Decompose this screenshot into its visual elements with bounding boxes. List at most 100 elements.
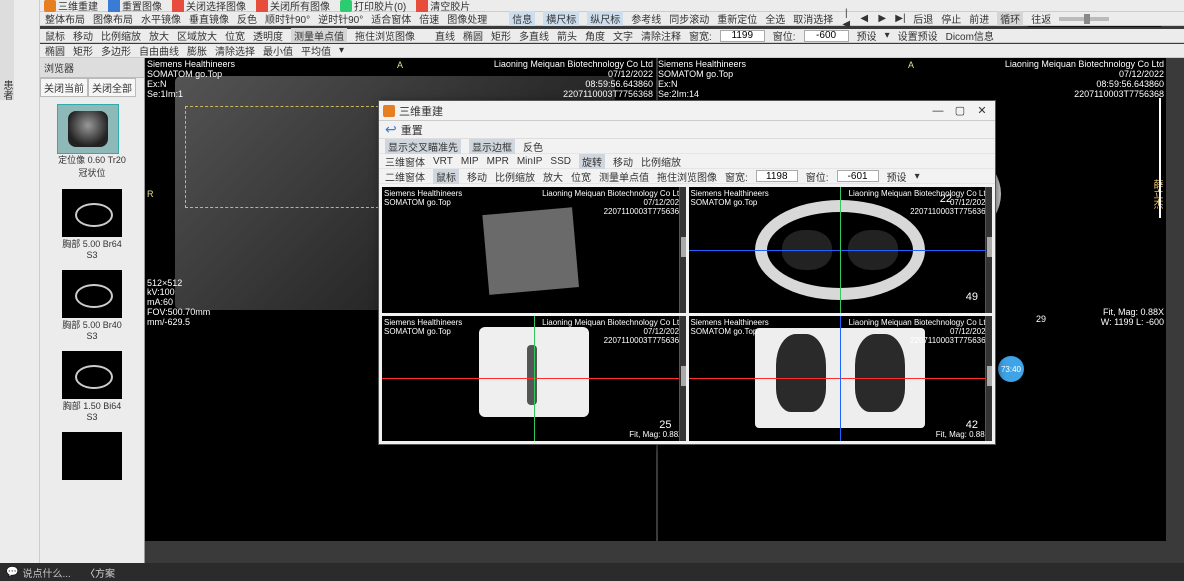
crosshair-h-red[interactable] [382, 378, 679, 379]
dlg-show-cross[interactable]: 显示交叉瞄准先 [385, 139, 461, 154]
dlg-preset[interactable]: 预设 [887, 169, 907, 184]
dlg-mag2d[interactable]: 放大 [543, 169, 563, 184]
m2-rect[interactable]: 矩形 [491, 28, 511, 43]
thumb-card-0[interactable]: 定位像 0.60 Tr20 冠状位 [58, 105, 126, 179]
m1-hscale-tab[interactable]: 横尺标 [543, 11, 579, 26]
dlg-measure2d[interactable]: 测量单点值 [599, 169, 649, 184]
nav-last-icon[interactable]: ▶| [895, 13, 905, 24]
m1-cw90[interactable]: 顺时针90° [265, 11, 310, 26]
m1-vscale-tab[interactable]: 纵尺标 [587, 11, 623, 26]
m2-alpha[interactable]: 透明度 [253, 28, 283, 43]
dlg-zoom2d[interactable]: 比例缩放 [495, 169, 535, 184]
scrollbar[interactable] [679, 187, 686, 313]
m1-speed[interactable]: 倍速 [419, 11, 439, 26]
dlg-ww-input[interactable] [756, 170, 798, 182]
m1-stop[interactable]: 停止 [941, 11, 961, 26]
m3-free[interactable]: 自由曲线 [139, 43, 179, 58]
scrollbar[interactable] [985, 187, 992, 313]
thumb-card-2[interactable]: 胸部 5.00 Br40 S3 [62, 270, 122, 341]
back-arrow-icon[interactable]: ↩ [385, 121, 397, 138]
dialog-min-button[interactable]: — [929, 105, 947, 117]
m3-min[interactable]: 最小值 [263, 43, 293, 58]
nav-prev-icon[interactable]: ◀ [859, 13, 869, 24]
m2-arrow[interactable]: 箭头 [557, 28, 577, 43]
m1-info-tab[interactable]: 信息 [509, 11, 535, 26]
dlgvp-3d[interactable]: Siemens HealthineersSOMATOM go.Top Liaon… [382, 187, 686, 313]
m1-unsel[interactable]: 取消选择 [793, 11, 833, 26]
chevron-left-icon[interactable]: 〈 [85, 565, 95, 580]
dlg-wl-input[interactable] [837, 170, 879, 182]
m1-hflip[interactable]: 水平镜像 [141, 11, 181, 26]
m2-text[interactable]: 文字 [613, 28, 633, 43]
m2-ellipse[interactable]: 椭圆 [463, 28, 483, 43]
side-tab-patient[interactable]: 患者 [0, 0, 14, 100]
scrollbar[interactable] [679, 316, 686, 442]
scrollbar[interactable] [985, 316, 992, 442]
m1-relocate[interactable]: 重新定位 [717, 11, 757, 26]
m3-rect[interactable]: 矩形 [73, 43, 93, 58]
dlg-show-border[interactable]: 显示边框 [469, 139, 515, 154]
m1-vflip[interactable]: 垂直镜像 [189, 11, 229, 26]
thumb-tab-close-current[interactable]: 关闭当前 [40, 78, 88, 97]
m1-ccw90[interactable]: 逆时针90° [318, 11, 363, 26]
m3-dilate[interactable]: 膨胀 [187, 43, 207, 58]
thumb-card-4[interactable] [62, 432, 122, 480]
dialog-max-button[interactable]: ▢ [951, 104, 969, 117]
thumb-card-1[interactable]: 胸部 5.00 Br64 S3 [62, 189, 122, 260]
nav-next-icon[interactable]: ▶ [877, 13, 887, 24]
crosshair-h-red[interactable] [689, 378, 986, 379]
m3-polygon[interactable]: 多边形 [101, 43, 131, 58]
dlgvp-coronal[interactable]: Siemens HealthineersSOMATOM go.Top Liaon… [689, 316, 993, 442]
dlg-mip[interactable]: MIP [461, 156, 479, 167]
dlg-drag2d[interactable]: 拖住浏览图像 [657, 169, 717, 184]
crosshair-v-green[interactable] [840, 187, 841, 313]
thumb-tab-close-all[interactable]: 关闭全部 [88, 78, 136, 97]
speed-slider[interactable] [1059, 17, 1109, 21]
m2-magnify[interactable]: 放大 [149, 28, 169, 43]
m1-fit[interactable]: 适合窗体 [371, 11, 411, 26]
dialog-close-button[interactable]: ✕ [973, 104, 991, 117]
timer-bubble[interactable]: 73:40 [998, 356, 1024, 382]
m1-selall[interactable]: 全选 [765, 11, 785, 26]
m2-ww[interactable]: 位宽 [225, 28, 245, 43]
dlg-zoom3d[interactable]: 比例缩放 [641, 154, 681, 169]
m2-zoom[interactable]: 比例缩放 [101, 28, 141, 43]
dialog-titlebar[interactable]: 三维重建 — ▢ ✕ [379, 101, 995, 121]
dlg-ssd[interactable]: SSD [550, 156, 571, 167]
m3-ellipse[interactable]: 椭圆 [45, 43, 65, 58]
m1-sync[interactable]: 同步滚动 [669, 11, 709, 26]
dlg-minip[interactable]: MinIP [517, 156, 543, 167]
nav-first-icon[interactable]: |◀ [841, 8, 851, 30]
dlg-rotate[interactable]: 旋转 [579, 154, 605, 169]
dlg-invert[interactable]: 反色 [523, 139, 543, 154]
m1-process[interactable]: 图像处理 [447, 11, 487, 26]
m2-mouse[interactable]: 鼠标 [45, 28, 65, 43]
m1-invert[interactable]: 反色 [237, 11, 257, 26]
m2-region-zoom[interactable]: 区域放大 [177, 28, 217, 43]
crosshair-v-blue[interactable] [840, 316, 841, 442]
m1-back[interactable]: 后退 [913, 11, 933, 26]
m2-clear-ann[interactable]: 清除注释 [641, 28, 681, 43]
m3-clear-sel[interactable]: 清除选择 [215, 43, 255, 58]
wl-input[interactable] [804, 30, 849, 42]
m1-image-layout[interactable]: 图像布局 [93, 11, 133, 26]
dialog-reset[interactable]: 重置 [401, 122, 423, 138]
m2-dicom-info[interactable]: Dicom信息 [946, 28, 994, 43]
dlgvp-sagittal[interactable]: Siemens HealthineersSOMATOM go.Top Liaon… [382, 316, 686, 442]
ww-input[interactable] [720, 30, 765, 42]
m1-jump[interactable]: 往返 [1031, 11, 1051, 26]
m1-fwd[interactable]: 前进 [969, 11, 989, 26]
m3-mean[interactable]: 平均值 [301, 43, 331, 58]
m2-line[interactable]: 直线 [435, 28, 455, 43]
m1-ref-line[interactable]: 参考线 [631, 11, 661, 26]
m2-set-preset[interactable]: 设置预设 [898, 28, 938, 43]
dlg-mouse2d[interactable]: 鼠标 [433, 169, 459, 184]
dlg-move2d[interactable]: 移动 [467, 169, 487, 184]
m2-measure-point[interactable]: 测量单点值 [291, 28, 347, 43]
thumb-card-3[interactable]: 胸部 1.50 Bi64 S3 [62, 351, 122, 422]
dlg-ww2d[interactable]: 位宽 [571, 169, 591, 184]
m2-poly[interactable]: 多直线 [519, 28, 549, 43]
m2-drag-browse[interactable]: 拖住浏览图像 [355, 28, 415, 43]
m1-loop[interactable]: 循环 [997, 11, 1023, 26]
dlg-vrt[interactable]: VRT [433, 156, 453, 167]
